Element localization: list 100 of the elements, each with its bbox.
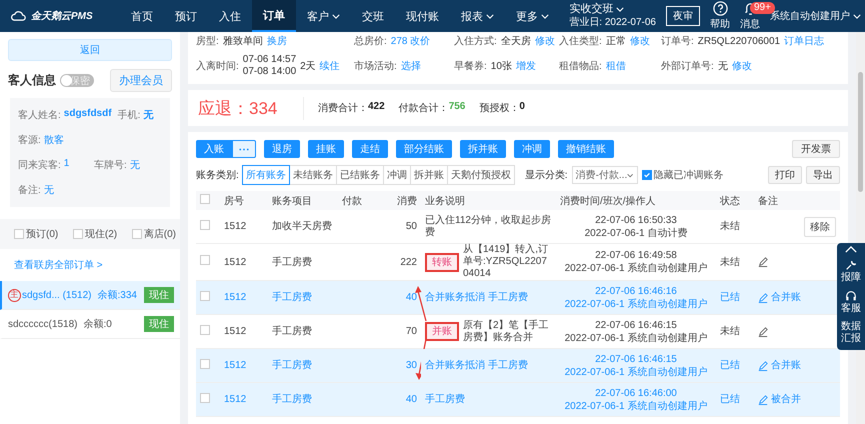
nav-tab[interactable]: 入住 bbox=[208, 0, 252, 32]
table-cell: 手工房费 bbox=[268, 280, 338, 314]
checkbox[interactable] bbox=[642, 170, 652, 180]
nav-tab[interactable]: 首页 bbox=[120, 0, 164, 32]
nav-tab[interactable]: 客户 bbox=[296, 0, 351, 32]
nav-tab[interactable]: 预订 bbox=[164, 0, 208, 32]
dock-button[interactable]: 客服 bbox=[841, 290, 861, 315]
nav-tab[interactable]: 更多 bbox=[505, 0, 560, 32]
description-text: 合并账务抵消 手工房费 bbox=[425, 292, 529, 304]
field-label: 同来宾客: bbox=[18, 158, 61, 172]
night-audit-button[interactable]: 夜审 bbox=[666, 6, 700, 26]
row-checkbox[interactable] bbox=[200, 358, 210, 368]
pencil-icon[interactable] bbox=[758, 257, 768, 267]
table-cell: 已结 bbox=[716, 382, 754, 416]
field-label: 房型: bbox=[196, 34, 219, 48]
total-value: 0 bbox=[519, 101, 525, 114]
refund-amount: 应退：334 bbox=[198, 96, 304, 120]
nav-tab[interactable]: 订单 bbox=[252, 0, 296, 32]
field-label: 入离时间: bbox=[196, 60, 239, 73]
business-day: 营业日: 2022-07-06 bbox=[569, 16, 656, 29]
guest-room: sdgsfd... (1512) bbox=[22, 290, 92, 300]
table-cell: 加收半天房费 bbox=[268, 210, 338, 244]
room-item[interactable]: sdcccccc(1518) 余额:0 现住 bbox=[0, 310, 180, 339]
tag: 转账 bbox=[425, 252, 459, 272]
caret-icon bbox=[853, 14, 861, 18]
category-tab[interactable]: 拆并账 bbox=[410, 165, 448, 185]
table-cell: 30 bbox=[383, 348, 421, 382]
table-cell: 已结 bbox=[716, 280, 754, 314]
remove-button[interactable]: 移除 bbox=[804, 216, 836, 236]
dock-button[interactable]: 数据汇报 bbox=[841, 321, 861, 345]
nav-tab[interactable]: 交班 bbox=[351, 0, 395, 32]
filter-label: 账务类别: bbox=[196, 168, 239, 182]
status-filter[interactable]: 预订(0) bbox=[14, 227, 58, 241]
table-cell: 未结 bbox=[716, 210, 754, 244]
print-button[interactable]: 打印 bbox=[768, 166, 802, 184]
category-tab[interactable]: 冲调 bbox=[382, 165, 411, 185]
help-button[interactable]: 帮助 bbox=[710, 1, 730, 31]
total-label: 预授权： bbox=[479, 102, 520, 115]
total-label: 付款合计： bbox=[398, 102, 449, 115]
status-filter[interactable]: 离店(0) bbox=[132, 227, 176, 241]
guest-room: sdcccccc(1518) bbox=[8, 318, 78, 330]
table-cell: 50 bbox=[383, 210, 421, 244]
field-label: 早餐券: bbox=[454, 60, 487, 73]
checkbox[interactable] bbox=[72, 229, 83, 239]
checkbox[interactable] bbox=[132, 229, 142, 239]
caret-icon bbox=[616, 7, 624, 12]
table-cell: 已结 bbox=[716, 348, 754, 382]
balance: 余额:0 bbox=[83, 318, 112, 331]
more-button[interactable] bbox=[232, 140, 256, 158]
pencil-icon[interactable] bbox=[758, 326, 768, 336]
field-value: 无 bbox=[44, 184, 54, 197]
dock-button[interactable]: 报障 bbox=[841, 259, 861, 284]
table-cell: 40 bbox=[383, 280, 421, 314]
tag: 并账 bbox=[425, 322, 459, 341]
field-value: 全天房 bbox=[500, 34, 531, 48]
table-cell: 手工房费 bbox=[268, 348, 338, 382]
field-label: 车牌号: bbox=[94, 158, 127, 172]
category-tab[interactable]: 已结账务 bbox=[336, 165, 384, 185]
room-item[interactable]: 主 sdgsfd... (1512) 余额:334 现住 bbox=[0, 281, 180, 310]
row-checkbox[interactable] bbox=[200, 324, 210, 334]
field-label: 入住类型: bbox=[559, 34, 602, 48]
status-filter[interactable]: 现住(2) bbox=[72, 227, 118, 241]
invoice-button[interactable]: 开发票 bbox=[792, 140, 840, 158]
field-label: 客源: bbox=[18, 134, 41, 147]
row-checkbox[interactable] bbox=[200, 220, 210, 230]
checkbox[interactable] bbox=[14, 229, 24, 239]
table-cell: 1512 bbox=[220, 348, 268, 382]
description-text: 手工房费 bbox=[425, 394, 466, 406]
field-label: 租借物品: bbox=[559, 60, 602, 73]
column-header: 状态 bbox=[716, 191, 754, 210]
table-cell: 22-07-06 16:50:33 2022-07-06-1 自动计费 bbox=[556, 210, 716, 244]
cloud-icon bbox=[10, 11, 27, 21]
category-tab[interactable]: 未结账务 bbox=[288, 165, 337, 185]
field-label: 外部订单号: bbox=[661, 60, 714, 73]
chevron-up-icon[interactable] bbox=[845, 246, 857, 253]
field-label: 入住方式: bbox=[454, 34, 497, 48]
table-cell: 22-07-06 16:46:16 2022-07-06-1 系统自动创建用户 bbox=[556, 280, 716, 314]
hide-adjusted-checkbox[interactable]: 隐藏已冲调账务 bbox=[642, 168, 724, 182]
field-value: 2天 bbox=[300, 60, 316, 73]
stay-dates: 07-06 14:57 07-08 14:00 bbox=[242, 54, 296, 78]
column-header: 消费时间/班次/操作人 bbox=[556, 191, 716, 210]
export-button[interactable]: 导出 bbox=[806, 166, 840, 184]
row-checkbox[interactable] bbox=[200, 255, 210, 265]
status-tag: 现住 bbox=[144, 287, 174, 303]
wrench-icon bbox=[845, 259, 857, 271]
nav-tab[interactable]: 报表 bbox=[450, 0, 505, 32]
category-tab[interactable]: 天鹅付预授权 bbox=[446, 165, 515, 185]
row-checkbox[interactable] bbox=[200, 392, 210, 402]
row-checkbox[interactable] bbox=[200, 290, 210, 300]
section-title: 客人信息 bbox=[8, 72, 56, 89]
table-cell: 22-07-06 16:46:15 2022-07-06-1 系统自动创建用户 bbox=[556, 348, 716, 382]
headset-icon bbox=[845, 290, 857, 302]
field-value: 无 bbox=[718, 60, 728, 73]
column-header: 消费 bbox=[383, 191, 421, 210]
select-all-checkbox[interactable] bbox=[200, 194, 210, 204]
display-select[interactable]: 消费-付款... bbox=[572, 166, 638, 184]
table-cell: 1512 bbox=[220, 382, 268, 416]
shift-menu[interactable]: 实收交班 bbox=[569, 3, 656, 16]
description-text: 已入住112分钟，收取起步房费 bbox=[425, 214, 552, 238]
nav-tab[interactable]: 现付账 bbox=[395, 0, 450, 32]
